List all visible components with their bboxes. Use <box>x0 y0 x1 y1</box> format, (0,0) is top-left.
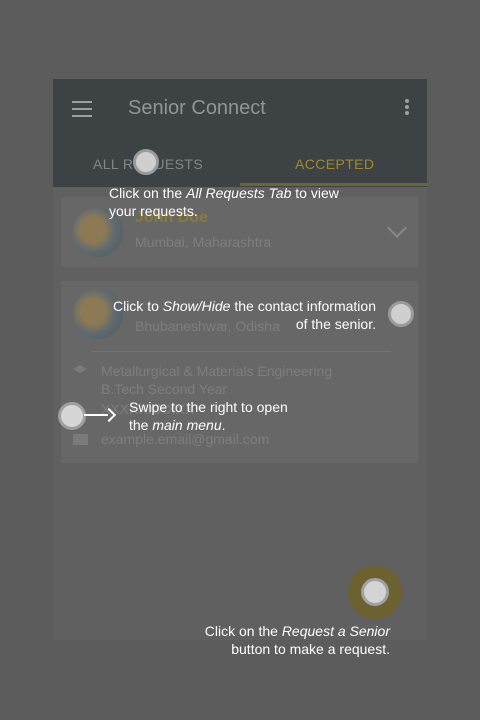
tip-text: Click on the <box>109 185 187 201</box>
fab-tip: Click on the Request a Senior button to … <box>150 622 390 658</box>
hamburger-menu-icon[interactable] <box>72 101 92 117</box>
tip-text: Click to <box>112 298 163 314</box>
tip-emphasis: Request a Senior <box>281 623 390 639</box>
app-screen: Senior Connect ALL REQUESTS ACCEPTED Joh… <box>53 79 427 640</box>
tip-text: to view <box>291 185 339 201</box>
tip-text: . <box>221 417 226 433</box>
tab-highlight-dot <box>133 149 159 175</box>
toggle-tip: Click to Show/Hide the contact informati… <box>80 297 376 333</box>
tip-text: Swipe to the right to open <box>129 399 288 415</box>
senior-location: Mumbai, Maharashtra <box>135 234 272 250</box>
email-icon <box>73 434 88 445</box>
divider <box>91 351 391 352</box>
toggle-highlight-dot <box>388 301 414 327</box>
app-title: Senior Connect <box>128 97 266 119</box>
fab-highlight-dot <box>361 578 389 606</box>
app-bar: Senior Connect ALL REQUESTS ACCEPTED <box>53 79 427 187</box>
tip-text: of the senior. <box>295 316 376 332</box>
tip-text: Click on the <box>204 623 282 639</box>
tip-text: your requests. <box>109 203 198 219</box>
tab-tip: Click on the All Requests Tab to view yo… <box>109 184 369 220</box>
graduation-cap-icon <box>73 365 87 373</box>
tab-accepted[interactable]: ACCEPTED <box>295 156 374 172</box>
more-options-icon[interactable] <box>405 99 409 117</box>
swipe-highlight-dot <box>58 402 86 430</box>
branch-text: Metallurgical & Materials Engineering <box>101 363 333 379</box>
tip-emphasis: Show/Hide <box>162 298 231 314</box>
chevron-down-icon[interactable] <box>387 218 407 238</box>
tip-text: the contact information <box>230 298 376 314</box>
tip-text: button to make a request. <box>231 641 390 657</box>
tip-emphasis: All Requests Tab <box>186 185 292 201</box>
year-text: B.Tech Second Year <box>101 381 228 397</box>
tip-text: the <box>129 417 153 433</box>
tip-emphasis: main menu <box>152 417 222 433</box>
swipe-tip: Swipe to the right to open the main menu… <box>129 398 349 434</box>
